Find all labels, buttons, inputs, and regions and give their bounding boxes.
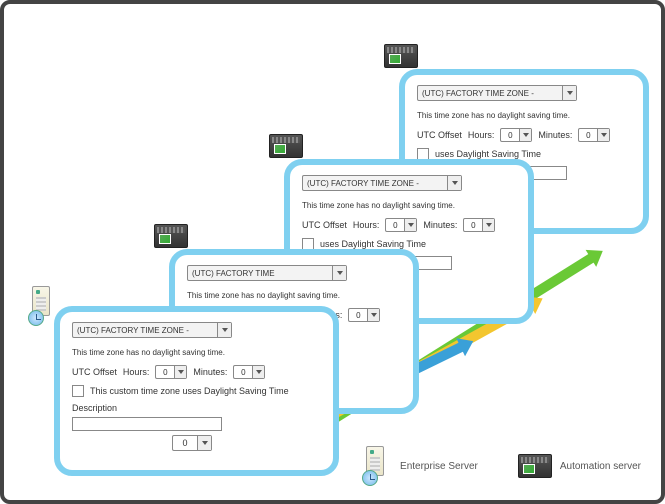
minutes-select[interactable]: 0	[348, 308, 380, 322]
legend-automation: Automation server	[518, 454, 641, 478]
chevron-down-icon	[197, 436, 211, 450]
timezone-select[interactable]: (UTC) FACTORY TIME ZONE -	[72, 322, 232, 338]
minutes-select[interactable]: 0	[233, 365, 265, 379]
chevron-down-icon	[562, 86, 576, 100]
description-label: Description	[72, 403, 321, 413]
note: This time zone has no daylight saving ti…	[302, 201, 516, 210]
panel-1: (UTC) FACTORY TIME ZONE - This time zone…	[54, 306, 339, 476]
minutes-label: Minutes:	[423, 220, 457, 230]
enterprise-server-icon	[28, 286, 58, 326]
automation-server-icon	[269, 134, 309, 164]
note: This time zone has no daylight saving ti…	[72, 348, 321, 357]
hours-select[interactable]: 0	[155, 365, 187, 379]
extra-select[interactable]: 0	[172, 435, 212, 451]
minutes-label: Minutes:	[538, 130, 572, 140]
minutes-select[interactable]: 0	[578, 128, 610, 142]
note: This time zone has no daylight saving ti…	[187, 291, 401, 300]
utc-offset-label: UTC Offset	[302, 220, 347, 230]
utc-offset-label: UTC Offset	[417, 130, 462, 140]
chevron-down-icon	[404, 219, 416, 231]
timezone-label: (UTC) FACTORY TIME ZONE -	[77, 326, 217, 335]
utc-offset-label: UTC Offset	[72, 367, 117, 377]
legend: Enterprise Server Automation server	[362, 446, 641, 486]
automation-server-icon	[154, 224, 194, 254]
automation-server-icon	[384, 44, 424, 74]
timezone-label: (UTC) FACTORY TIME	[192, 269, 332, 278]
note: This time zone has no daylight saving ti…	[417, 111, 631, 120]
description-input[interactable]	[72, 417, 222, 431]
chevron-down-icon	[174, 366, 186, 378]
chevron-down-icon	[252, 366, 264, 378]
dst-label: This custom time zone uses Daylight Savi…	[90, 386, 289, 396]
hours-label: Hours:	[123, 367, 150, 377]
chevron-down-icon	[597, 129, 609, 141]
chevron-down-icon	[447, 176, 461, 190]
hours-label: Hours:	[468, 130, 495, 140]
dst-label: uses Daylight Saving Time	[435, 149, 541, 159]
timezone-label: (UTC) FACTORY TIME ZONE -	[422, 89, 562, 98]
legend-automation-label: Automation server	[560, 461, 641, 472]
chevron-down-icon	[367, 309, 379, 321]
chevron-down-icon	[482, 219, 494, 231]
legend-enterprise: Enterprise Server	[362, 446, 478, 486]
chevron-down-icon	[332, 266, 346, 280]
hours-select[interactable]: 0	[385, 218, 417, 232]
chevron-down-icon	[519, 129, 531, 141]
minutes-label: Minutes:	[193, 367, 227, 377]
timezone-label: (UTC) FACTORY TIME ZONE -	[307, 179, 447, 188]
automation-server-icon	[518, 454, 552, 478]
hours-select[interactable]: 0	[500, 128, 532, 142]
minutes-select[interactable]: 0	[463, 218, 495, 232]
timezone-select[interactable]: (UTC) FACTORY TIME	[187, 265, 347, 281]
dst-label: uses Daylight Saving Time	[320, 239, 426, 249]
chevron-down-icon	[217, 323, 231, 337]
enterprise-server-icon	[362, 446, 392, 486]
timezone-select[interactable]: (UTC) FACTORY TIME ZONE -	[302, 175, 462, 191]
timezone-select[interactable]: (UTC) FACTORY TIME ZONE -	[417, 85, 577, 101]
diagram-frame: (UTC) FACTORY TIME ZONE - This time zone…	[0, 0, 665, 504]
dst-checkbox[interactable]	[72, 385, 84, 397]
hours-label: Hours:	[353, 220, 380, 230]
legend-enterprise-label: Enterprise Server	[400, 461, 478, 472]
